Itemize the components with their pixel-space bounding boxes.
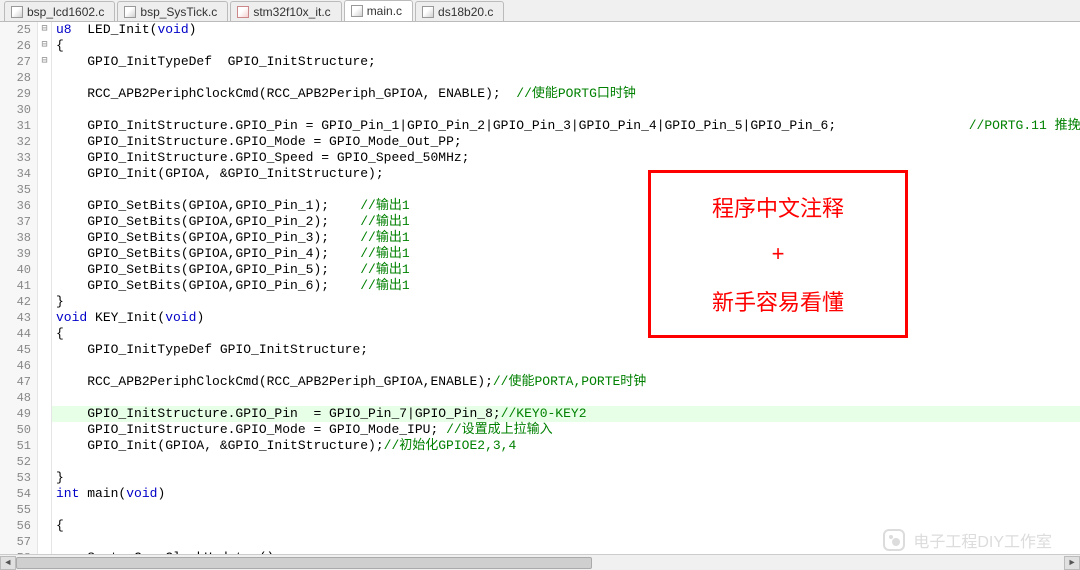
code-line[interactable]: GPIO_InitStructure.GPIO_Pin = GPIO_Pin_1… bbox=[52, 118, 1080, 134]
line-number: 31 bbox=[0, 118, 31, 134]
line-number: 30 bbox=[0, 102, 31, 118]
code-line[interactable] bbox=[52, 502, 1080, 518]
file-icon bbox=[351, 5, 363, 17]
line-number: 46 bbox=[0, 358, 31, 374]
annotation-overlay: 程序中文注释 + 新手容易看懂 bbox=[648, 170, 908, 338]
horizontal-scrollbar[interactable]: ◄ ► bbox=[0, 554, 1080, 570]
code-line[interactable]: GPIO_SetBits(GPIOA,GPIO_Pin_6); //输出1 bbox=[52, 278, 1080, 294]
code-line[interactable] bbox=[52, 358, 1080, 374]
line-number-gutter: 2526272829303132333435363738394041424344… bbox=[0, 22, 38, 570]
tab-bar: bsp_lcd1602.c bsp_SysTick.c stm32f10x_it.c… bbox=[0, 0, 1080, 22]
code-line[interactable] bbox=[52, 454, 1080, 470]
line-number: 54 bbox=[0, 486, 31, 502]
line-number: 57 bbox=[0, 534, 31, 550]
code-line[interactable]: GPIO_InitStructure.GPIO_Mode = GPIO_Mode… bbox=[52, 134, 1080, 150]
code-line[interactable]: GPIO_InitTypeDef GPIO_InitStructure; bbox=[52, 54, 1080, 70]
tab-bsp_SysTick-c[interactable]: bsp_SysTick.c bbox=[117, 1, 228, 21]
wechat-icon bbox=[883, 529, 905, 551]
line-number: 25 bbox=[0, 22, 31, 38]
tab-label: ds18b20.c bbox=[438, 5, 493, 19]
code-line[interactable]: GPIO_SetBits(GPIOA,GPIO_Pin_3); //输出1 bbox=[52, 230, 1080, 246]
code-line[interactable]: { bbox=[52, 38, 1080, 54]
code-line[interactable]: GPIO_InitStructure.GPIO_Mode = GPIO_Mode… bbox=[52, 422, 1080, 438]
line-number: 56 bbox=[0, 518, 31, 534]
code-line[interactable]: GPIO_SetBits(GPIOA,GPIO_Pin_2); //输出1 bbox=[52, 214, 1080, 230]
overlay-line-3: 新手容易看懂 bbox=[651, 285, 905, 317]
line-number: 50 bbox=[0, 422, 31, 438]
line-number: 27 bbox=[0, 54, 31, 70]
code-line[interactable]: { bbox=[52, 326, 1080, 342]
line-number: 42 bbox=[0, 294, 31, 310]
line-number: 29 bbox=[0, 86, 31, 102]
code-line[interactable] bbox=[52, 182, 1080, 198]
code-line[interactable]: GPIO_SetBits(GPIOA,GPIO_Pin_5); //输出1 bbox=[52, 262, 1080, 278]
line-number: 26 bbox=[0, 38, 31, 54]
line-number: 43 bbox=[0, 310, 31, 326]
line-number: 35 bbox=[0, 182, 31, 198]
code-line[interactable]: GPIO_SetBits(GPIOA,GPIO_Pin_1); //输出1 bbox=[52, 198, 1080, 214]
tab-stm32f10x_it-c[interactable]: stm32f10x_it.c bbox=[230, 1, 341, 21]
code-line[interactable]: RCC_APB2PeriphClockCmd(RCC_APB2Periph_GP… bbox=[52, 86, 1080, 102]
scrollbar-thumb[interactable] bbox=[16, 557, 592, 569]
code-line[interactable]: } bbox=[52, 470, 1080, 486]
file-icon bbox=[422, 6, 434, 18]
tab-main-c[interactable]: main.c bbox=[344, 0, 413, 21]
fold-toggle-icon[interactable]: ⊟ bbox=[38, 22, 51, 38]
code-line[interactable] bbox=[52, 390, 1080, 406]
line-number: 39 bbox=[0, 246, 31, 262]
line-number: 33 bbox=[0, 150, 31, 166]
scroll-right-button[interactable]: ► bbox=[1064, 556, 1080, 570]
code-area[interactable]: u8 LED_Init(void){ GPIO_InitTypeDef GPIO… bbox=[52, 22, 1080, 570]
fold-toggle-icon[interactable]: ⊟ bbox=[38, 54, 51, 70]
watermark-text: 电子工程DIY工作室 bbox=[913, 528, 1052, 552]
code-line[interactable]: GPIO_Init(GPIOA, &GPIO_InitStructure);//… bbox=[52, 438, 1080, 454]
code-line[interactable]: GPIO_InitStructure.GPIO_Pin = GPIO_Pin_7… bbox=[52, 406, 1080, 422]
code-line[interactable]: u8 LED_Init(void) bbox=[52, 22, 1080, 38]
code-line[interactable] bbox=[52, 70, 1080, 86]
tab-label: stm32f10x_it.c bbox=[253, 5, 330, 19]
line-number: 37 bbox=[0, 214, 31, 230]
code-line[interactable]: RCC_APB2PeriphClockCmd(RCC_APB2Periph_GP… bbox=[52, 374, 1080, 390]
code-line[interactable]: } bbox=[52, 294, 1080, 310]
line-number: 45 bbox=[0, 342, 31, 358]
fold-column[interactable]: ⊟⊟⊟ bbox=[38, 22, 52, 570]
file-icon bbox=[11, 6, 23, 18]
code-editor[interactable]: 2526272829303132333435363738394041424344… bbox=[0, 22, 1080, 570]
line-number: 40 bbox=[0, 262, 31, 278]
line-number: 41 bbox=[0, 278, 31, 294]
code-line[interactable]: GPIO_InitStructure.GPIO_Speed = GPIO_Spe… bbox=[52, 150, 1080, 166]
line-number: 38 bbox=[0, 230, 31, 246]
tab-label: main.c bbox=[367, 4, 402, 18]
scrollbar-track[interactable] bbox=[16, 556, 1064, 570]
line-number: 36 bbox=[0, 198, 31, 214]
code-line[interactable]: int main(void) bbox=[52, 486, 1080, 502]
code-line[interactable] bbox=[52, 102, 1080, 118]
fold-toggle-icon[interactable]: ⊟ bbox=[38, 38, 51, 54]
line-number: 47 bbox=[0, 374, 31, 390]
tab-bsp_lcd1602-c[interactable]: bsp_lcd1602.c bbox=[4, 1, 115, 21]
line-number: 53 bbox=[0, 470, 31, 486]
line-number: 28 bbox=[0, 70, 31, 86]
tab-ds18b20-c[interactable]: ds18b20.c bbox=[415, 1, 504, 21]
line-number: 49 bbox=[0, 406, 31, 422]
line-number: 51 bbox=[0, 438, 31, 454]
overlay-line-1: 程序中文注释 bbox=[651, 191, 905, 223]
line-number: 44 bbox=[0, 326, 31, 342]
line-number: 32 bbox=[0, 134, 31, 150]
code-line[interactable]: void KEY_Init(void) bbox=[52, 310, 1080, 326]
line-number: 52 bbox=[0, 454, 31, 470]
line-number: 55 bbox=[0, 502, 31, 518]
code-line[interactable]: GPIO_Init(GPIOA, &GPIO_InitStructure); bbox=[52, 166, 1080, 182]
watermark: 电子工程DIY工作室 bbox=[883, 528, 1052, 552]
line-number: 34 bbox=[0, 166, 31, 182]
tab-label: bsp_lcd1602.c bbox=[27, 5, 104, 19]
scroll-left-button[interactable]: ◄ bbox=[0, 556, 16, 570]
file-icon bbox=[237, 6, 249, 18]
overlay-line-2: + bbox=[651, 241, 905, 267]
line-number: 48 bbox=[0, 390, 31, 406]
file-icon bbox=[124, 6, 136, 18]
code-line[interactable]: GPIO_SetBits(GPIOA,GPIO_Pin_4); //输出1 bbox=[52, 246, 1080, 262]
tab-label: bsp_SysTick.c bbox=[140, 5, 217, 19]
code-line[interactable]: GPIO_InitTypeDef GPIO_InitStructure; bbox=[52, 342, 1080, 358]
